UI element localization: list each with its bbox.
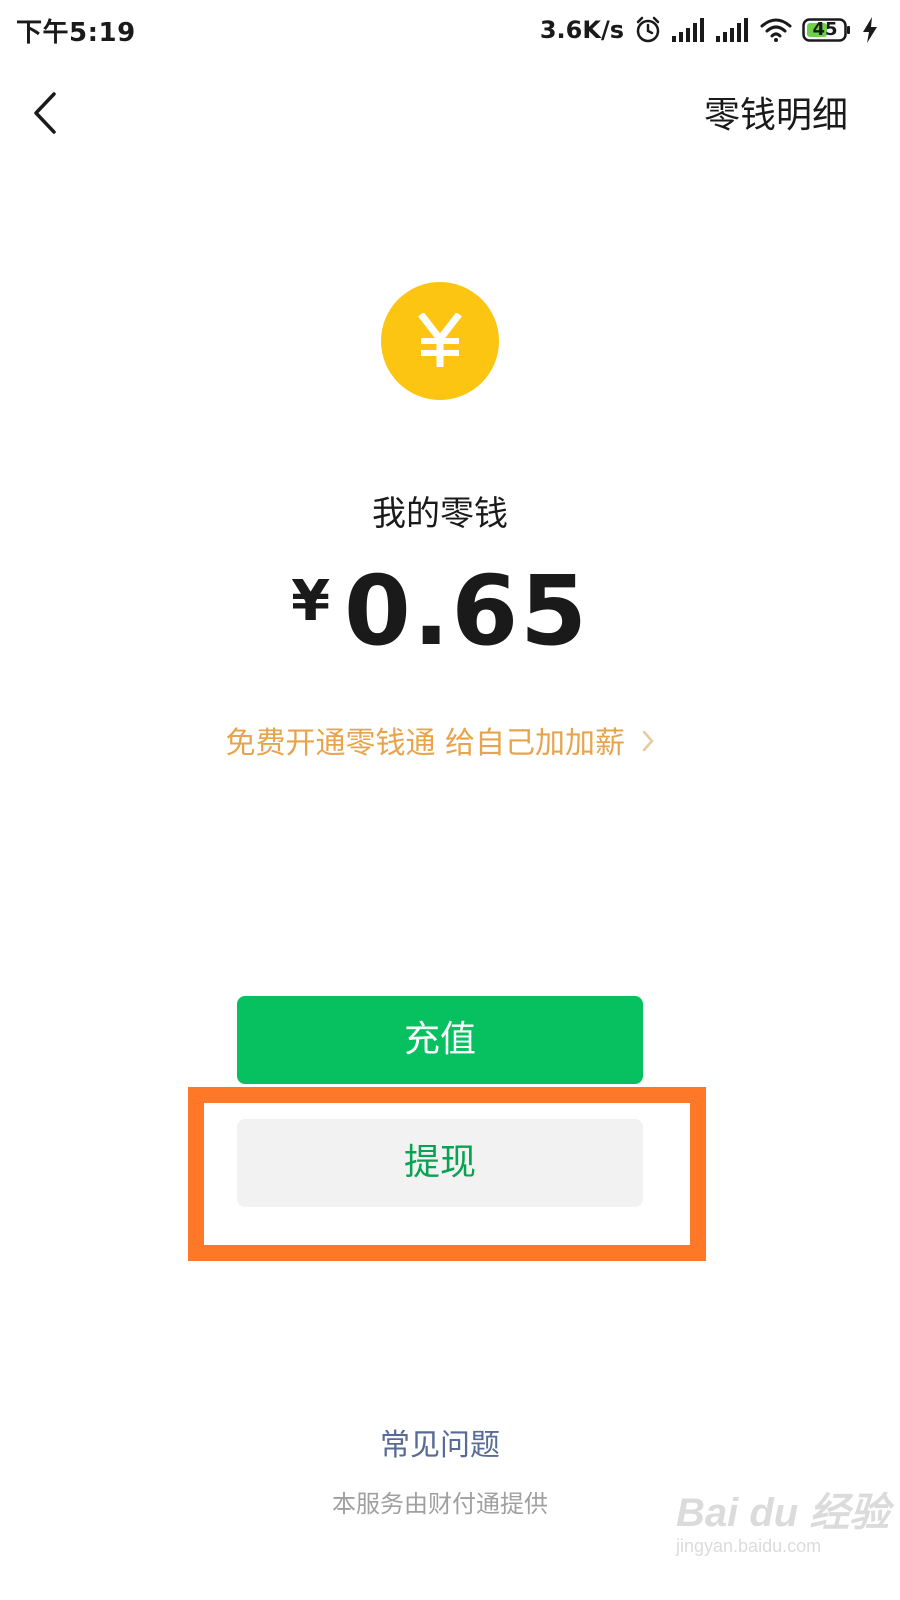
back-button[interactable] xyxy=(22,82,78,142)
status-bar: 下午5:19 3.6K/s 45 xyxy=(0,0,900,60)
promo-text: 免费开通零钱通 给自己加加薪 xyxy=(225,726,625,761)
chevron-left-icon xyxy=(22,92,78,146)
battery-level: 45 xyxy=(812,19,838,40)
yuan-coin-icon xyxy=(381,282,499,400)
balance-label: 我的零钱 xyxy=(372,494,508,534)
network-speed: 3.6K/s xyxy=(539,16,624,44)
watermark-logo: Bai du 经验 jingyan.baidu.com xyxy=(676,1470,889,1580)
alarm-icon xyxy=(634,16,662,44)
withdraw-button[interactable]: 提现 xyxy=(237,1119,643,1207)
watermark-url: jingyan.baidu.com xyxy=(676,1536,822,1556)
wealth-promo-link[interactable]: 免费开通零钱通 给自己加加薪 xyxy=(0,718,880,762)
battery-icon: 45 xyxy=(802,18,852,42)
status-time: 下午5:19 xyxy=(16,18,136,48)
status-icons: 3.6K/s 45 xyxy=(540,10,878,50)
balance-amount-row: ¥0.65 xyxy=(0,555,880,667)
balance-details-link[interactable]: 零钱明细 xyxy=(704,86,848,138)
faq-link[interactable]: 常见问题 xyxy=(0,1420,880,1464)
balance-amount: 0.65 xyxy=(344,555,589,667)
recharge-button[interactable]: 充值 xyxy=(237,996,643,1084)
charging-icon xyxy=(862,17,878,43)
wifi-icon xyxy=(760,18,792,42)
watermark-brand: Bai du 经验 xyxy=(676,1491,890,1535)
currency-symbol: ¥ xyxy=(291,569,331,634)
signal-icon xyxy=(716,18,750,42)
signal-icon xyxy=(672,18,706,42)
chevron-right-icon xyxy=(641,727,655,762)
